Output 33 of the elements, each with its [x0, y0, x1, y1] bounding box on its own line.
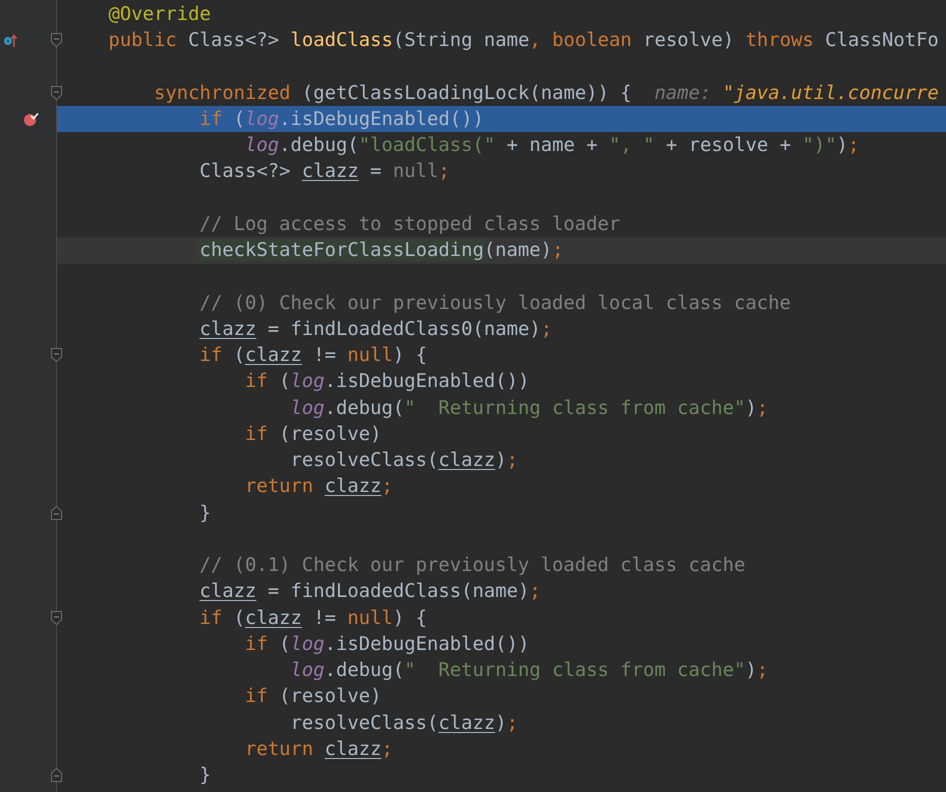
code-line: if (log.isDebugEnabled()) [244, 370, 530, 393]
code-line: clazz = findLoadedClass0(name); [198, 318, 552, 340]
code-line: clazz = findLoadedClass(name); [198, 580, 541, 603]
code-line: } [198, 502, 211, 524]
code-line: // (0) Check our previously loaded local class cache [198, 292, 791, 314]
code-line: // (0.1) Check our previously loaded class cache [198, 554, 746, 577]
code-line: if (log.isDebugEnabled()) [244, 632, 530, 656]
code-line: public Class<?> loadClass(String name, boolean resolve) throws ClassNotFo [108, 29, 939, 52]
breakpoint-icon[interactable] [23, 111, 39, 128]
code-line: if (resolve) [244, 685, 382, 708]
override-icon[interactable] [3, 32, 17, 48]
code-line: if (clazz != null) { [198, 344, 427, 367]
code-line: resolveClass(clazz); [289, 712, 518, 734]
code-line: synchronized (getClassLoadingLock(name)) { name: "java.util.concurre [153, 82, 939, 104]
fold-icon[interactable] [51, 86, 62, 100]
code-line: if (clazz != null) { [198, 606, 427, 630]
code-line: Class<?> clazz = null; [198, 160, 450, 183]
code-line: } [198, 764, 211, 787]
code-line: @Override [108, 2, 211, 26]
code-line: log.debug(" Returning class from cache"); [289, 659, 768, 682]
code-line: resolveClass(clazz); [289, 449, 518, 472]
code-line: return clazz; [244, 738, 393, 760]
code-line: log.debug(" Returning class from cache"); [289, 396, 768, 420]
fold-icon[interactable] [51, 33, 62, 48]
fold-icon[interactable] [51, 768, 62, 782]
fold-icon[interactable] [51, 506, 62, 520]
code-line: log.debug("loadClass(" + name + ", " + resolve + ")"); [244, 134, 860, 157]
code-line: return clazz; [244, 475, 393, 498]
fold-icon[interactable] [51, 348, 62, 362]
code-line: if (log.isDebugEnabled()) [198, 108, 484, 130]
code-line: // Log access to stopped class loader [198, 212, 620, 236]
fold-icon[interactable] [51, 610, 62, 625]
code-line: if (resolve) [244, 422, 382, 446]
